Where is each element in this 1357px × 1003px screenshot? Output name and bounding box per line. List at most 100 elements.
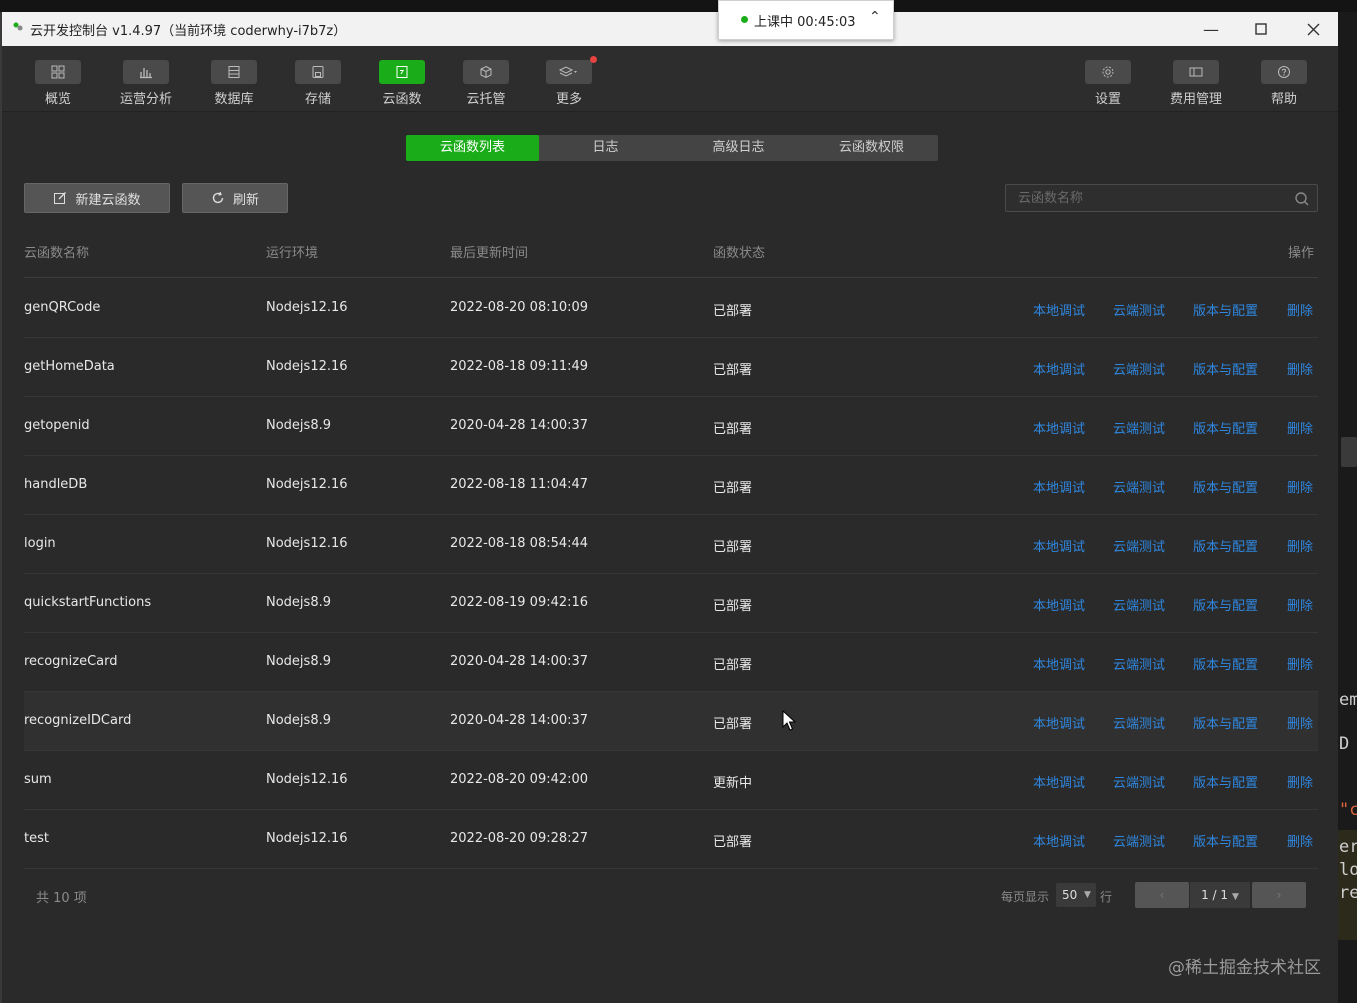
toolbar-storage-button[interactable]: 存储 — [283, 46, 353, 112]
tab-logs[interactable]: 日志 — [539, 135, 672, 161]
delete-link[interactable]: 删除 — [1287, 359, 1313, 378]
background-text-fragment: "c — [1339, 800, 1357, 820]
table-row[interactable]: recognizeCard Nodejs8.9 2020-04-28 14:00:3… — [24, 633, 1318, 692]
class-timer-widget[interactable]: 上课中 00:45:03 ⌃ — [718, 0, 894, 40]
chevron-up-icon[interactable]: ⌃ — [869, 9, 881, 25]
cloud-test-link[interactable]: 云端测试 — [1113, 477, 1165, 496]
chevron-right-icon: › — [1276, 888, 1282, 902]
local-debug-link[interactable]: 本地调试 — [1033, 713, 1085, 732]
toolbar-billing-button[interactable]: 费用管理 — [1161, 46, 1231, 112]
table-row[interactable]: getHomeData Nodejs12.16 2022-08-18 09:11:4… — [24, 338, 1318, 397]
version-config-link[interactable]: 版本与配置 — [1193, 831, 1258, 850]
toolbar-analytics-button[interactable]: 运营分析 — [111, 46, 181, 112]
local-debug-link[interactable]: 本地调试 — [1033, 300, 1085, 319]
version-config-link[interactable]: 版本与配置 — [1193, 359, 1258, 378]
toolbar-database-button[interactable]: 数据库 — [199, 46, 269, 112]
toolbar-help-button[interactable]: 帮助 — [1249, 46, 1319, 112]
table-row[interactable]: login Nodejs12.16 2022-08-18 08:54:44 已部署 本地… — [24, 515, 1318, 574]
new-function-label: 新建云函数 — [75, 192, 141, 208]
local-debug-link[interactable]: 本地调试 — [1033, 595, 1085, 614]
table-row[interactable]: quickstartFunctions Nodejs8.9 2022-08-19 0… — [24, 574, 1318, 633]
cloud-test-link[interactable]: 云端测试 — [1113, 536, 1165, 555]
cloud-test-link[interactable]: 云端测试 — [1113, 359, 1165, 378]
delete-link[interactable]: 删除 — [1287, 713, 1313, 732]
local-debug-link[interactable]: 本地调试 — [1033, 359, 1085, 378]
cloud-test-link[interactable]: 云端测试 — [1113, 595, 1165, 614]
function-status: 已部署 — [713, 599, 753, 614]
delete-link[interactable]: 删除 — [1287, 831, 1313, 850]
delete-link[interactable]: 删除 — [1287, 536, 1313, 555]
gear-icon — [1102, 66, 1114, 78]
function-updated-time: 2022-08-18 11:04:47 — [450, 477, 589, 492]
delete-link[interactable]: 删除 — [1287, 477, 1313, 496]
local-debug-link[interactable]: 本地调试 — [1033, 772, 1085, 791]
cloud-test-link[interactable]: 云端测试 — [1113, 831, 1165, 850]
table-row[interactable]: test Nodejs12.16 2022-08-20 09:28:27 已部署 本地调… — [24, 810, 1318, 869]
cloud-test-link[interactable]: 云端测试 — [1113, 654, 1165, 673]
function-name: recognizeCard — [24, 654, 118, 669]
version-config-link[interactable]: 版本与配置 — [1193, 595, 1258, 614]
cloud-test-link[interactable]: 云端测试 — [1113, 300, 1165, 319]
minimize-button[interactable]: — — [1186, 12, 1236, 46]
delete-link[interactable]: 删除 — [1287, 654, 1313, 673]
notification-badge — [590, 56, 597, 63]
caret-down-icon: ▼ — [1232, 892, 1239, 902]
table-row[interactable]: recognizeIDCard Nodejs8.9 2020-04-28 14:00… — [24, 692, 1318, 751]
minimize-icon: — — [1203, 19, 1219, 39]
version-config-link[interactable]: 版本与配置 — [1193, 536, 1258, 555]
prev-page-button[interactable]: ‹ — [1135, 882, 1189, 908]
function-updated-time: 2022-08-20 08:10:09 — [450, 300, 589, 315]
toolbar-overview-button[interactable]: 概览 — [23, 46, 93, 112]
table-row[interactable]: sum Nodejs12.16 2022-08-20 09:42:00 更新中 本地调试… — [24, 751, 1318, 810]
refresh-button[interactable]: 刷新 — [182, 183, 288, 213]
table-row[interactable]: genQRCode Nodejs12.16 2022-08-20 08:10:09 已… — [24, 279, 1318, 338]
toolbar-cloud-functions-button[interactable]: 云函数 — [367, 46, 437, 112]
tab-function-permissions[interactable]: 云函数权限 — [805, 135, 938, 161]
function-name: test — [24, 831, 49, 846]
local-debug-link[interactable]: 本地调试 — [1033, 831, 1085, 850]
version-config-link[interactable]: 版本与配置 — [1193, 772, 1258, 791]
toolbar-cloud-hosting-button[interactable]: 云托管 — [451, 46, 521, 112]
cloud-test-link[interactable]: 云端测试 — [1113, 772, 1165, 791]
function-status: 已部署 — [713, 540, 753, 555]
cloud-test-link[interactable]: 云端测试 — [1113, 418, 1165, 437]
version-config-link[interactable]: 版本与配置 — [1193, 713, 1258, 732]
background-text-fragment: em — [1339, 690, 1357, 710]
version-config-link[interactable]: 版本与配置 — [1193, 477, 1258, 496]
tab-function-list[interactable]: 云函数列表 — [406, 135, 539, 161]
local-debug-link[interactable]: 本地调试 — [1033, 477, 1085, 496]
local-debug-link[interactable]: 本地调试 — [1033, 418, 1085, 437]
function-status: 已部署 — [713, 363, 753, 378]
delete-link[interactable]: 删除 — [1287, 300, 1313, 319]
next-page-button[interactable]: › — [1252, 882, 1306, 908]
per-page-select[interactable]: 50 ▼ — [1056, 883, 1096, 907]
function-runtime: Nodejs8.9 — [266, 713, 331, 728]
delete-link[interactable]: 删除 — [1287, 418, 1313, 437]
delete-link[interactable]: 删除 — [1287, 772, 1313, 791]
function-status: 已部署 — [713, 835, 753, 850]
cloud-test-link[interactable]: 云端测试 — [1113, 713, 1165, 732]
version-config-link[interactable]: 版本与配置 — [1193, 654, 1258, 673]
version-config-link[interactable]: 版本与配置 — [1193, 418, 1258, 437]
page-select[interactable]: 1 / 1 ▼ — [1190, 882, 1250, 908]
function-runtime: Nodejs12.16 — [266, 536, 348, 551]
maximize-button[interactable] — [1236, 12, 1286, 46]
live-dot-icon — [741, 16, 748, 23]
function-search-input[interactable] — [1006, 185, 1286, 211]
table-row[interactable]: getopenid Nodejs8.9 2020-04-28 14:00:37 已部署… — [24, 397, 1318, 456]
tab-advanced-logs[interactable]: 高级日志 — [672, 135, 805, 161]
toolbar-more-button[interactable]: 更多 — [534, 46, 604, 112]
table-row[interactable]: handleDB Nodejs12.16 2022-08-18 11:04:47 已部… — [24, 456, 1318, 515]
background-text-fragment: re — [1339, 883, 1357, 903]
devtools-window: 云开发控制台 v1.4.97（当前环境 coderwhy-i7b7z） — 概览… — [0, 12, 1338, 1003]
local-debug-link[interactable]: 本地调试 — [1033, 536, 1085, 555]
toolbar-settings-button[interactable]: 设置 — [1073, 46, 1143, 112]
new-function-button[interactable]: 新建云函数 — [24, 183, 170, 213]
close-window-button[interactable] — [1288, 12, 1338, 46]
version-config-link[interactable]: 版本与配置 — [1193, 300, 1258, 319]
edit-icon — [54, 192, 67, 204]
local-debug-link[interactable]: 本地调试 — [1033, 654, 1085, 673]
delete-link[interactable]: 删除 — [1287, 595, 1313, 614]
function-runtime: Nodejs12.16 — [266, 477, 348, 492]
search-icon[interactable] — [1294, 191, 1310, 207]
